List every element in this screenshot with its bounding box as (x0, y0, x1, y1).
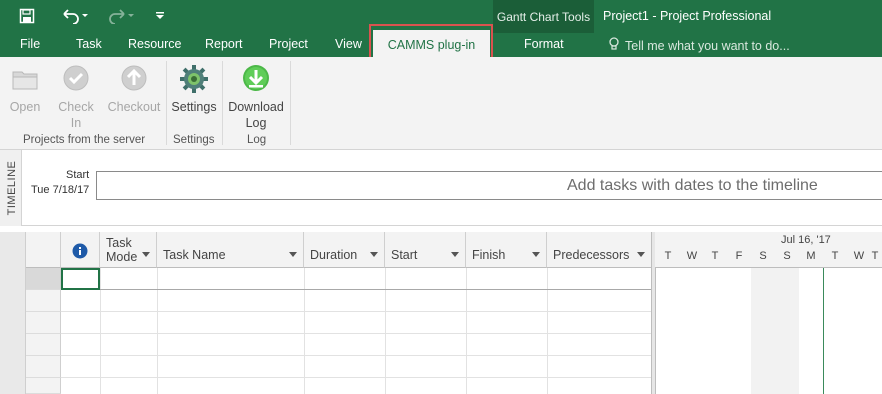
row-header[interactable] (26, 290, 61, 312)
chevron-down-icon[interactable] (637, 252, 645, 257)
check-in-icon (60, 63, 92, 95)
download-icon (240, 63, 272, 95)
group-label-projects: Projects from the server (23, 134, 146, 146)
window-title: Project1 - Project Professional (603, 9, 772, 23)
grid-line (304, 268, 305, 394)
column-header-label: Mode (106, 250, 138, 264)
chevron-down-icon[interactable] (451, 252, 459, 257)
chevron-down-icon[interactable] (289, 252, 297, 257)
grid-line (61, 311, 653, 312)
timeline-start-date: Tue 7/18/17 (31, 184, 90, 196)
gantt-weekend-shade (751, 268, 775, 394)
column-header-label: Predecessors (553, 248, 630, 262)
grid-line (385, 268, 386, 394)
group-label-log: Log (247, 134, 267, 146)
timeline-hint: Add tasks with dates to the timeline (567, 177, 818, 194)
select-all-corner[interactable] (26, 232, 61, 268)
timeline-start-label: Start (66, 169, 90, 181)
chevron-down-icon[interactable] (370, 252, 378, 257)
grid-line (547, 268, 548, 394)
ribbon-separator (166, 61, 167, 145)
column-header-task-mode[interactable]: Task Mode (100, 232, 157, 268)
save-icon[interactable] (16, 5, 38, 27)
download-log-button[interactable]: Download Log (226, 63, 286, 131)
check-in-label-2: In (70, 116, 82, 130)
ribbon-separator (222, 61, 223, 145)
gantt-week-label: Jul 16, '17 (781, 234, 831, 246)
tell-me-search[interactable]: Tell me what you want to do... (608, 37, 790, 54)
context-tab-group-label: Gantt Chart Tools (496, 10, 591, 24)
grid-line (157, 268, 158, 394)
checkout-button[interactable]: Checkout (106, 63, 162, 115)
column-header-label: Finish (472, 248, 506, 262)
gantt-today-line (823, 268, 824, 394)
column-header-label: Task (106, 236, 132, 250)
grid-line (466, 268, 467, 394)
tell-me-text: Tell me what you want to do... (625, 38, 790, 53)
undo-icon[interactable] (58, 5, 92, 27)
group-label-settings: Settings (173, 134, 215, 146)
open-label: Open (9, 100, 41, 114)
download-label-2: Log (245, 116, 267, 130)
tab-format[interactable]: Format (524, 37, 564, 51)
customize-qat-icon[interactable] (150, 5, 170, 27)
ribbon-separator (290, 61, 291, 145)
grid-line (61, 289, 653, 290)
gantt-day-label: S (759, 250, 767, 262)
check-in-button[interactable]: Check In (56, 63, 96, 131)
column-header-task-name[interactable]: Task Name (157, 232, 304, 268)
row-header[interactable] (26, 356, 61, 378)
row-header[interactable] (26, 378, 61, 394)
grid-line (61, 333, 653, 334)
column-header-predecessors[interactable]: Predecessors (547, 232, 652, 268)
column-header-duration[interactable]: Duration (304, 232, 385, 268)
chevron-down-icon[interactable] (532, 252, 540, 257)
gantt-day-label: T (711, 250, 719, 262)
column-header-label: Start (391, 248, 418, 262)
checkout-label: Checkout (107, 100, 161, 114)
gantt-weekend-shade (775, 268, 799, 394)
grid-line (61, 355, 653, 356)
row-header[interactable] (26, 334, 61, 356)
tab-view[interactable]: View (335, 37, 362, 51)
info-icon (72, 243, 88, 262)
grid-line (100, 268, 101, 394)
settings-label: Settings (171, 100, 217, 114)
view-bar (0, 232, 26, 394)
lightbulb-icon (608, 37, 620, 54)
tab-resource[interactable]: Resource (128, 37, 182, 51)
timeline-side-label: TIMELINE (6, 160, 18, 216)
download-label: Download (228, 100, 284, 114)
gantt-day-label: F (735, 250, 743, 262)
redo-icon[interactable] (104, 5, 138, 27)
chevron-down-icon[interactable] (142, 252, 150, 257)
gantt-day-label: T (831, 250, 839, 262)
row-header[interactable] (26, 268, 61, 290)
column-header-start[interactable]: Start (385, 232, 466, 268)
tab-task[interactable]: Task (76, 37, 102, 51)
folder-icon (9, 63, 41, 95)
grid-line (61, 377, 653, 378)
column-header-label: Duration (310, 248, 358, 262)
open-button[interactable]: Open (6, 63, 44, 115)
tab-project[interactable]: Project (269, 37, 308, 51)
gantt-day-label: T (871, 250, 879, 262)
tab-file[interactable]: File (20, 37, 40, 51)
gantt-day-label: W (686, 250, 698, 262)
column-header-label: Task Name (163, 248, 226, 262)
settings-button[interactable]: Settings (170, 63, 218, 115)
gantt-day-label: T (664, 250, 672, 262)
column-header-finish[interactable]: Finish (466, 232, 547, 268)
checkout-icon (118, 63, 150, 95)
row-header[interactable] (26, 312, 61, 334)
column-header-info[interactable] (61, 232, 100, 268)
selected-cell[interactable] (61, 268, 100, 290)
gantt-day-label: S (783, 250, 791, 262)
tab-report[interactable]: Report (205, 37, 243, 51)
gantt-day-label: M (806, 250, 816, 262)
gear-icon (178, 63, 210, 95)
check-in-label: Check (58, 100, 94, 114)
